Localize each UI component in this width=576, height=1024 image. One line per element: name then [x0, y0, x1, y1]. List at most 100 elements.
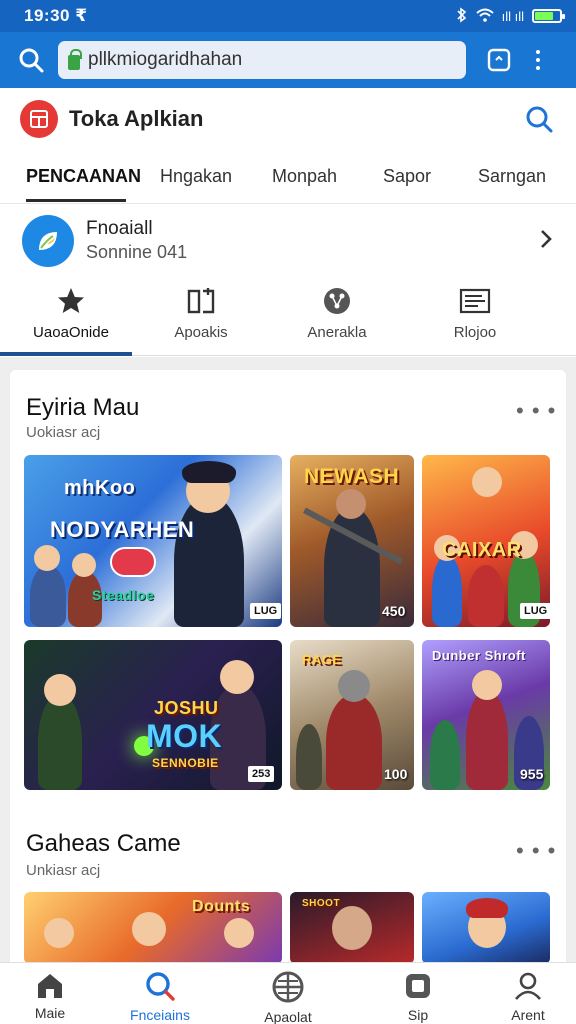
app-logo — [20, 100, 58, 138]
category-tab-rlojoo[interactable]: Rlojoo — [410, 278, 540, 356]
tile-title: NEWASH — [304, 465, 400, 488]
category-tab-label: Rlojoo — [453, 324, 497, 341]
tab-sapor[interactable]: Sapor — [383, 166, 431, 187]
nav-label: Apaolat — [264, 1009, 312, 1024]
search-icon — [526, 106, 553, 133]
game-tile[interactable] — [422, 892, 550, 964]
game-tile[interactable]: Dounts — [24, 892, 282, 964]
tile-subtitle: SENNOBIE — [152, 756, 219, 770]
top-tab-bar: PENCAANAN Hngakan Monpah Sapor Sarngan — [0, 154, 576, 204]
bottom-navigation: Maie Fnceiains Apaolat Sip Arent — [0, 962, 576, 1024]
tile-title: Dunber Shroft — [432, 648, 526, 663]
nav-label: Fnceiains — [130, 1007, 190, 1023]
nav-search[interactable]: Fnceiains — [110, 963, 210, 1024]
tile-rating: 450 — [382, 603, 406, 619]
app-search-button[interactable] — [522, 102, 556, 136]
status-bar: 19:30 ₹ ıll ıll — [0, 0, 576, 32]
home-icon — [38, 974, 62, 998]
tile-title: MOK — [146, 718, 223, 754]
game-tile[interactable]: NEWASH 450 — [290, 455, 414, 627]
nav-games[interactable]: Sip — [368, 963, 468, 1024]
category-tab-apoakis[interactable]: Apoakis — [136, 278, 266, 356]
nav-home[interactable]: Maie — [0, 963, 100, 1024]
browser-url-bar: pllkmiogaridhahan — [0, 32, 576, 88]
app-header: Toka Aplkian — [0, 88, 576, 150]
category-tab-anerakla[interactable]: Anerakla — [272, 278, 402, 356]
tabs-button[interactable] — [484, 45, 514, 75]
active-tab-indicator — [26, 199, 126, 202]
game-tile[interactable]: SHOOT — [290, 892, 414, 964]
category-tab-bar: UaoaOnide Apoakis Anerakla Rlojoo — [0, 278, 576, 356]
url-field[interactable]: pllkmiogaridhahan — [58, 41, 466, 79]
game-tile[interactable]: CAIXAR LUG — [422, 455, 550, 627]
url-text: pllkmiogaridhahan — [88, 49, 243, 70]
gamepad-icon — [406, 974, 430, 998]
status-time: 19:30 ₹ — [24, 6, 88, 25]
game-tile[interactable]: Dunber Shroft 955 — [422, 640, 550, 790]
browser-search-button[interactable] — [10, 39, 52, 81]
tile-rating: 100 — [384, 766, 408, 782]
more-options-button[interactable]: • • • — [516, 838, 556, 864]
tile-badge: LUG — [520, 603, 550, 619]
news-icon — [459, 288, 491, 314]
avatar — [22, 215, 74, 267]
tile-rating: 955 — [520, 766, 544, 782]
bluetooth-icon — [456, 6, 468, 26]
tab-monpah[interactable]: Monpah — [272, 166, 337, 187]
tabs-icon — [487, 48, 511, 72]
tile-top-text: mhKoo — [64, 477, 136, 499]
section-subtitle: Unkiasr acj — [26, 862, 101, 879]
section-title: Eyiria Mau — [26, 394, 140, 421]
tile-title: RAGE — [302, 652, 342, 667]
game-tile[interactable]: mhKoo NODYARHEN Steadloe LUG — [24, 455, 282, 627]
category-tab-label: UaoaOnide — [33, 324, 109, 341]
tile-title: SHOOT — [302, 898, 341, 909]
tile-title: NODYARHEN — [50, 517, 195, 542]
tile-title: CAIXAR — [442, 539, 522, 561]
nav-label: Sip — [407, 1007, 429, 1023]
nav-label: Arent — [511, 1007, 545, 1023]
tab-hngakan[interactable]: Hngakan — [160, 166, 232, 187]
search-icon — [19, 48, 44, 73]
game-tile[interactable]: RAGE 100 — [290, 640, 414, 790]
signal-icon: ıll ıll — [501, 8, 524, 24]
app-store-screen: 19:30 ₹ ıll ıll pllkmiogaridhahan Toka A… — [0, 0, 576, 1024]
nav-apps[interactable]: Apaolat — [238, 963, 338, 1024]
section-title: Gaheas Came — [26, 830, 181, 857]
account-text: Fnoaiall Sonnine 041 — [86, 218, 187, 264]
tile-subtitle: Steadloe — [92, 587, 155, 603]
globe-icon — [272, 971, 304, 1003]
search-icon — [146, 972, 175, 1001]
tile-badge: LUG — [250, 603, 282, 619]
compass-icon — [324, 288, 350, 314]
account-subtitle: Sonnine 041 — [86, 242, 188, 262]
profile-icon — [515, 972, 541, 1000]
account-row[interactable]: Fnoaiall Sonnine 041 — [0, 208, 576, 274]
category-tab-label: Anerakla — [307, 324, 367, 341]
tile-title: Dounts — [192, 898, 251, 915]
more-options-button[interactable]: • • • — [516, 398, 556, 424]
tab-sarngan[interactable]: Sarngan — [478, 166, 546, 187]
category-tab-label: Apoakis — [174, 324, 228, 341]
nav-label: Maie — [34, 1005, 66, 1021]
active-category-indicator — [0, 352, 132, 356]
browser-menu-button[interactable] — [528, 45, 548, 75]
leaf-logo-icon — [39, 232, 57, 250]
store-logo-icon — [30, 110, 48, 128]
account-name: Fnoaiall — [86, 218, 153, 239]
app-title: Toka Aplkian — [69, 106, 204, 131]
tab-pencaanan[interactable]: PENCAANAN — [26, 166, 141, 187]
category-tab-uaoaonide[interactable]: UaoaOnide — [6, 278, 136, 356]
lock-icon — [68, 48, 82, 70]
battery-icon — [532, 9, 565, 23]
nav-account[interactable]: Arent — [478, 963, 576, 1024]
tile-top-text: JOSHU — [154, 698, 219, 718]
star-icon — [58, 288, 84, 313]
game-tile[interactable]: JOSHU MOK SENNOBIE 253 — [24, 640, 282, 790]
section-subtitle: Uokiasr acj — [26, 424, 101, 441]
chevron-right-icon — [538, 226, 554, 257]
status-icons: ıll ıll — [456, 6, 565, 26]
wifi-icon — [475, 8, 494, 25]
tile-badge: 253 — [248, 766, 275, 782]
device-icon — [187, 288, 215, 314]
